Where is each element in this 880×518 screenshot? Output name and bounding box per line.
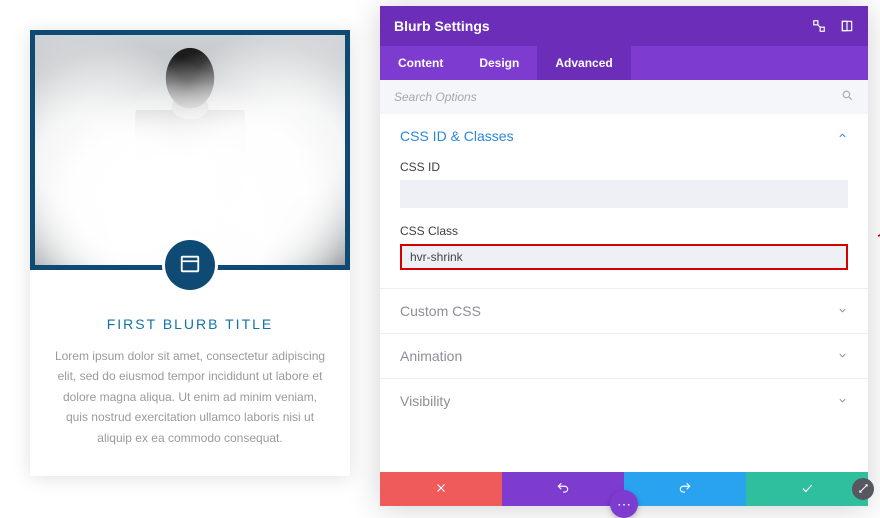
panel-tabs: Content Design Advanced xyxy=(380,46,868,80)
tab-design[interactable]: Design xyxy=(461,46,537,80)
blurb-title: FIRST BLURB TITLE xyxy=(52,316,328,332)
expand-icon[interactable] xyxy=(812,19,826,33)
search-icon xyxy=(841,89,854,105)
panel-header: Blurb Settings xyxy=(380,6,868,46)
chevron-down-icon xyxy=(837,348,848,364)
blurb-image-smoke xyxy=(35,35,345,265)
cancel-button[interactable] xyxy=(380,472,502,506)
section-title: Custom CSS xyxy=(400,303,481,319)
chevron-up-icon xyxy=(837,128,848,144)
resize-icon xyxy=(858,482,869,497)
undo-icon xyxy=(556,481,570,498)
css-class-label: CSS Class xyxy=(400,224,848,238)
blurb-text: Lorem ipsum dolor sit amet, consectetur … xyxy=(52,346,328,448)
redo-icon xyxy=(678,481,692,498)
close-icon xyxy=(434,481,448,498)
save-button[interactable] xyxy=(746,472,868,506)
section-title: CSS ID & Classes xyxy=(400,128,514,144)
search-placeholder: Search Options xyxy=(394,90,477,104)
redo-button[interactable] xyxy=(624,472,746,506)
annotation-arrow xyxy=(870,201,880,251)
section-css-id-classes: CSS ID & Classes CSS ID CSS Class xyxy=(380,114,868,288)
dots-icon: ⋯ xyxy=(617,496,631,513)
search-row[interactable]: Search Options xyxy=(380,80,868,114)
css-id-input[interactable] xyxy=(400,180,848,208)
tab-advanced[interactable]: Advanced xyxy=(537,46,630,80)
css-id-label: CSS ID xyxy=(400,160,848,174)
section-animation[interactable]: Animation xyxy=(380,333,868,378)
section-title: Animation xyxy=(400,348,462,364)
more-options-button[interactable]: ⋯ xyxy=(610,490,638,518)
blurb-image xyxy=(30,30,350,270)
tab-content[interactable]: Content xyxy=(380,46,461,80)
page-preview: FIRST BLURB TITLE Lorem ipsum dolor sit … xyxy=(0,0,380,506)
blurb-body: FIRST BLURB TITLE Lorem ipsum dolor sit … xyxy=(30,270,350,476)
section-title: Visibility xyxy=(400,393,450,409)
check-icon xyxy=(800,481,814,498)
css-class-input[interactable] xyxy=(400,244,848,270)
blurb-circle-icon xyxy=(162,237,218,293)
resize-handle[interactable] xyxy=(852,478,874,500)
chevron-down-icon xyxy=(837,393,848,409)
panel-title: Blurb Settings xyxy=(394,18,490,34)
chevron-down-icon xyxy=(837,303,848,319)
snap-icon[interactable] xyxy=(840,19,854,33)
section-head-css[interactable]: CSS ID & Classes xyxy=(400,128,848,144)
section-visibility[interactable]: Visibility xyxy=(380,378,868,423)
settings-panel: Blurb Settings Content Design Advanced S… xyxy=(380,6,868,506)
undo-button[interactable] xyxy=(502,472,624,506)
window-icon xyxy=(179,253,201,278)
blurb-module[interactable]: FIRST BLURB TITLE Lorem ipsum dolor sit … xyxy=(30,30,350,476)
section-custom-css[interactable]: Custom CSS xyxy=(380,288,868,333)
